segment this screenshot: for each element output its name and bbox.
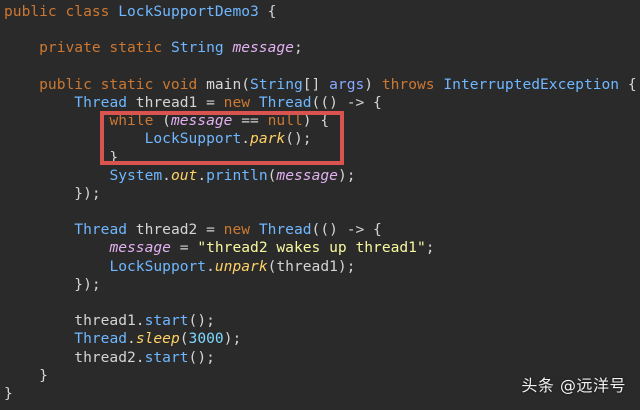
code-token: (thread1); xyxy=(267,257,356,275)
code-line: Thread thread1 = new Thread(() -> { xyxy=(4,94,637,112)
code-token: message xyxy=(232,39,294,57)
code-line: System.out.println(message); xyxy=(4,167,637,185)
code-token: . xyxy=(162,166,171,184)
code-token: ; xyxy=(425,239,435,257)
code-line: Thread.sleep(3000); xyxy=(4,330,637,348)
code-token: message xyxy=(276,166,338,184)
code-token: thread2 = xyxy=(127,221,224,239)
code-token: System xyxy=(109,166,163,184)
code-token: message xyxy=(109,239,171,257)
code-token: ) xyxy=(364,75,382,93)
code-token: } xyxy=(4,384,13,402)
code-token: . xyxy=(127,330,136,348)
code-token: println xyxy=(206,166,268,184)
code-line: LockSupport.unpark(thread1); xyxy=(4,258,637,276)
code-token: }); xyxy=(4,184,101,202)
code-line: }); xyxy=(4,185,637,203)
code-token: (); xyxy=(188,312,215,330)
code-token: start xyxy=(144,312,189,330)
code-token: Thread xyxy=(74,93,128,111)
code-token: Thread xyxy=(74,330,128,348)
code-block: public class LockSupportDemo3 { private … xyxy=(4,3,637,403)
code-token: args xyxy=(329,75,365,93)
code-line: }); xyxy=(4,276,637,294)
code-token: LockSupport xyxy=(109,257,207,275)
code-token: throws xyxy=(381,75,444,93)
code-token: LockSupportDemo3 xyxy=(118,3,259,20)
code-token: . xyxy=(197,166,207,184)
code-token: } xyxy=(4,366,48,384)
code-token: Thread xyxy=(74,221,128,239)
code-token: InterruptedException xyxy=(443,75,620,93)
code-token: "thread2 wakes up thread1" xyxy=(197,239,426,257)
code-token: unpark xyxy=(214,257,268,275)
code-token: Thread xyxy=(258,221,312,239)
code-token: main xyxy=(206,75,242,93)
code-token: thread1. xyxy=(4,312,145,330)
code-editor[interactable]: public class LockSupportDemo3 { private … xyxy=(0,0,640,410)
code-token: new xyxy=(223,221,259,239)
code-token: (() -> { xyxy=(311,93,382,111)
code-line: Thread thread2 = new Thread(() -> { xyxy=(4,221,637,239)
code-token: ( xyxy=(179,330,189,348)
code-token: ); xyxy=(337,166,356,184)
watermark: 头条 @远洋号 xyxy=(521,376,626,395)
code-line: thread2.start(); xyxy=(4,349,637,367)
code-token: String xyxy=(170,39,224,57)
code-line: public static void main(String[] args) t… xyxy=(4,76,637,94)
code-token: sleep xyxy=(135,330,180,348)
code-line: private static String message; xyxy=(4,39,637,57)
code-token: 3000 xyxy=(188,330,224,348)
code-token: (); xyxy=(188,348,215,366)
code-token: public static void xyxy=(4,75,207,93)
code-token: ( xyxy=(241,75,251,93)
code-token: public class xyxy=(4,3,119,20)
code-token: (() -> { xyxy=(311,221,382,239)
code-line: message = "thread2 wakes up thread1"; xyxy=(4,239,637,257)
code-token: thread2. xyxy=(4,348,145,366)
code-token: private static xyxy=(4,39,171,57)
code-token: . xyxy=(206,257,215,275)
code-token: { xyxy=(258,3,277,20)
code-token: { xyxy=(619,75,637,93)
code-token: ); xyxy=(223,330,242,348)
code-token: [] xyxy=(302,75,330,93)
code-token: new xyxy=(223,93,259,111)
code-token: Thread xyxy=(258,93,312,111)
highlight-box xyxy=(100,111,344,165)
code-token: String xyxy=(250,75,303,93)
code-token: out xyxy=(170,166,198,184)
code-line: public class LockSupportDemo3 { xyxy=(4,3,637,21)
code-token: = xyxy=(170,239,198,257)
code-line: thread1.start(); xyxy=(4,312,637,330)
code-token: }); xyxy=(4,275,101,293)
code-token: thread1 = xyxy=(127,93,224,111)
code-token: ; xyxy=(293,39,303,57)
code-token: start xyxy=(144,348,189,366)
